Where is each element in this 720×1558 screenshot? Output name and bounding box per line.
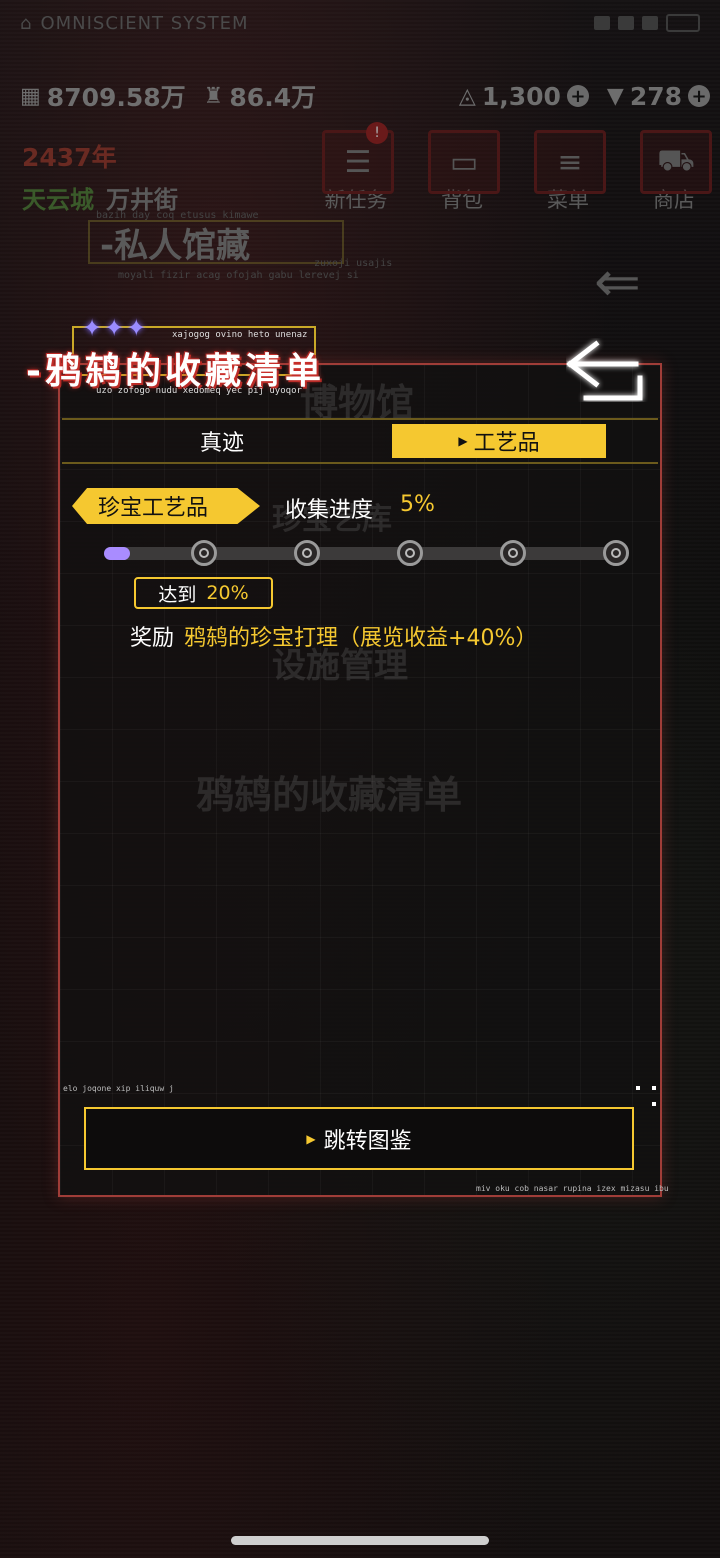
private-sub3: zuxoji usajis: [314, 258, 393, 269]
tab-crafts-label: 工艺品: [473, 431, 540, 456]
home-indicator[interactable]: [231, 1536, 489, 1545]
milestone-node[interactable]: [191, 540, 217, 566]
gems-resource: ▼ 278 +: [607, 82, 710, 111]
title-subtitle-bottom: uzo zofogo nudu xedomeq yec pij uyoqor: [96, 386, 302, 396]
alert-icon: !: [366, 122, 388, 144]
shop-icon: ⛟: [640, 130, 712, 194]
tab-bar: 真迹 ▶ 工艺品: [62, 418, 658, 464]
bag-button[interactable]: ▭ 背包: [424, 130, 500, 214]
notification-icon: [594, 16, 610, 30]
signal-icon: [642, 16, 658, 30]
bg-collection-list-label: 鸦鸫的收藏清单: [196, 773, 463, 817]
milestone-reach-badge: 达到 20%: [134, 577, 273, 609]
category-label: 珍宝工艺品: [98, 496, 209, 521]
bag-icon: ▭: [428, 130, 500, 194]
energy-value: 1,300: [481, 81, 561, 111]
tab-authentic[interactable]: 真迹: [122, 424, 322, 458]
category-badge: 珍宝工艺品: [72, 488, 260, 524]
progress-track: [104, 547, 628, 560]
jump-label: 跳转图鉴: [323, 1128, 412, 1154]
year: 2437年: [22, 143, 117, 172]
task-button[interactable]: ☰ ! 新任务: [318, 122, 394, 214]
menu-button[interactable]: ≡ 菜单: [530, 130, 606, 214]
city-name: 天云城: [22, 186, 94, 214]
gem-icon: ▼: [606, 83, 624, 109]
system-logo-icon: ⌂: [20, 12, 33, 34]
footer-sub-top: elo joqone xip iliquw j: [63, 1084, 174, 1093]
status-bar: ⌂ OMNISCIENT SYSTEM: [0, 0, 720, 46]
private-sub2: moyali fizir acag ofojah gabu lerevej si: [118, 270, 359, 281]
private-collection-title: -私人馆藏: [88, 220, 344, 266]
coins-value: 8709.58万: [46, 83, 186, 112]
energy-icon: ◬: [458, 83, 476, 109]
stars-icon: ✦✦✦: [82, 314, 149, 342]
coins-resource: ▦ 8709.58万: [20, 78, 186, 114]
coins-icon: ▦: [20, 83, 41, 109]
corner-dots-icon: [636, 1086, 658, 1108]
back-arrow-button[interactable]: [566, 338, 648, 402]
progress-fill: [104, 547, 131, 560]
tab-crafts[interactable]: ▶ 工艺品: [392, 424, 606, 458]
date-location: 2437年 天云城 万井街: [22, 138, 178, 215]
energy-add-button[interactable]: +: [566, 85, 589, 107]
people-icon: ♜: [203, 83, 224, 109]
title-subtitle-top: xajogog ovino heto unenaz: [172, 330, 308, 340]
top-menu: ☰ ! 新任务 ▭ 背包 ≡ 菜单 ⛟ 商店: [318, 122, 712, 214]
shop-button[interactable]: ⛟ 商店: [636, 130, 712, 214]
reach-label: 达到: [158, 583, 197, 606]
system-name: OMNISCIENT SYSTEM: [40, 12, 249, 34]
energy-resource: ◬ 1,300 +: [459, 82, 589, 111]
system-brand: ⌂ OMNISCIENT SYSTEM: [20, 13, 249, 34]
jump-to-catalog-button[interactable]: ▶ 跳转图鉴: [84, 1107, 634, 1170]
milestone-node[interactable]: [603, 540, 629, 566]
background-back-icon: ⇐: [594, 250, 641, 315]
reward-label: 奖励: [130, 626, 175, 651]
progress-value: 5%: [400, 492, 435, 517]
play-triangle-icon: ▶: [306, 1131, 316, 1146]
resource-bar: ▦ 8709.58万 ♜ 86.4万 ◬ 1,300 + ▼ 278 +: [20, 78, 710, 114]
battery-icon: [666, 14, 700, 32]
progress-label: 收集进度: [285, 498, 374, 523]
gems-add-button[interactable]: +: [688, 85, 710, 107]
status-icons: [594, 14, 700, 32]
gems-value: 278: [629, 81, 682, 111]
tab-authentic-label: 真迹: [199, 431, 244, 456]
reward-line: 奖励 鸦鸫的珍宝打理（展览收益+40%）: [130, 620, 537, 652]
reward-value: 鸦鸫的珍宝打理（展览收益+40%）: [184, 626, 538, 651]
milestone-node[interactable]: [500, 540, 526, 566]
reach-value: 20%: [206, 582, 249, 604]
people-resource: ♜ 86.4万: [204, 78, 316, 114]
play-triangle-icon: ▶: [458, 434, 468, 448]
alarm-icon: [618, 16, 634, 30]
menu-icon: ≡: [534, 130, 606, 194]
footer-sub-bottom: miv oku cob nasar rupina izex mizasu ibu: [476, 1184, 669, 1193]
milestone-node[interactable]: [397, 540, 423, 566]
milestone-node[interactable]: [294, 540, 320, 566]
people-value: 86.4万: [229, 83, 317, 112]
